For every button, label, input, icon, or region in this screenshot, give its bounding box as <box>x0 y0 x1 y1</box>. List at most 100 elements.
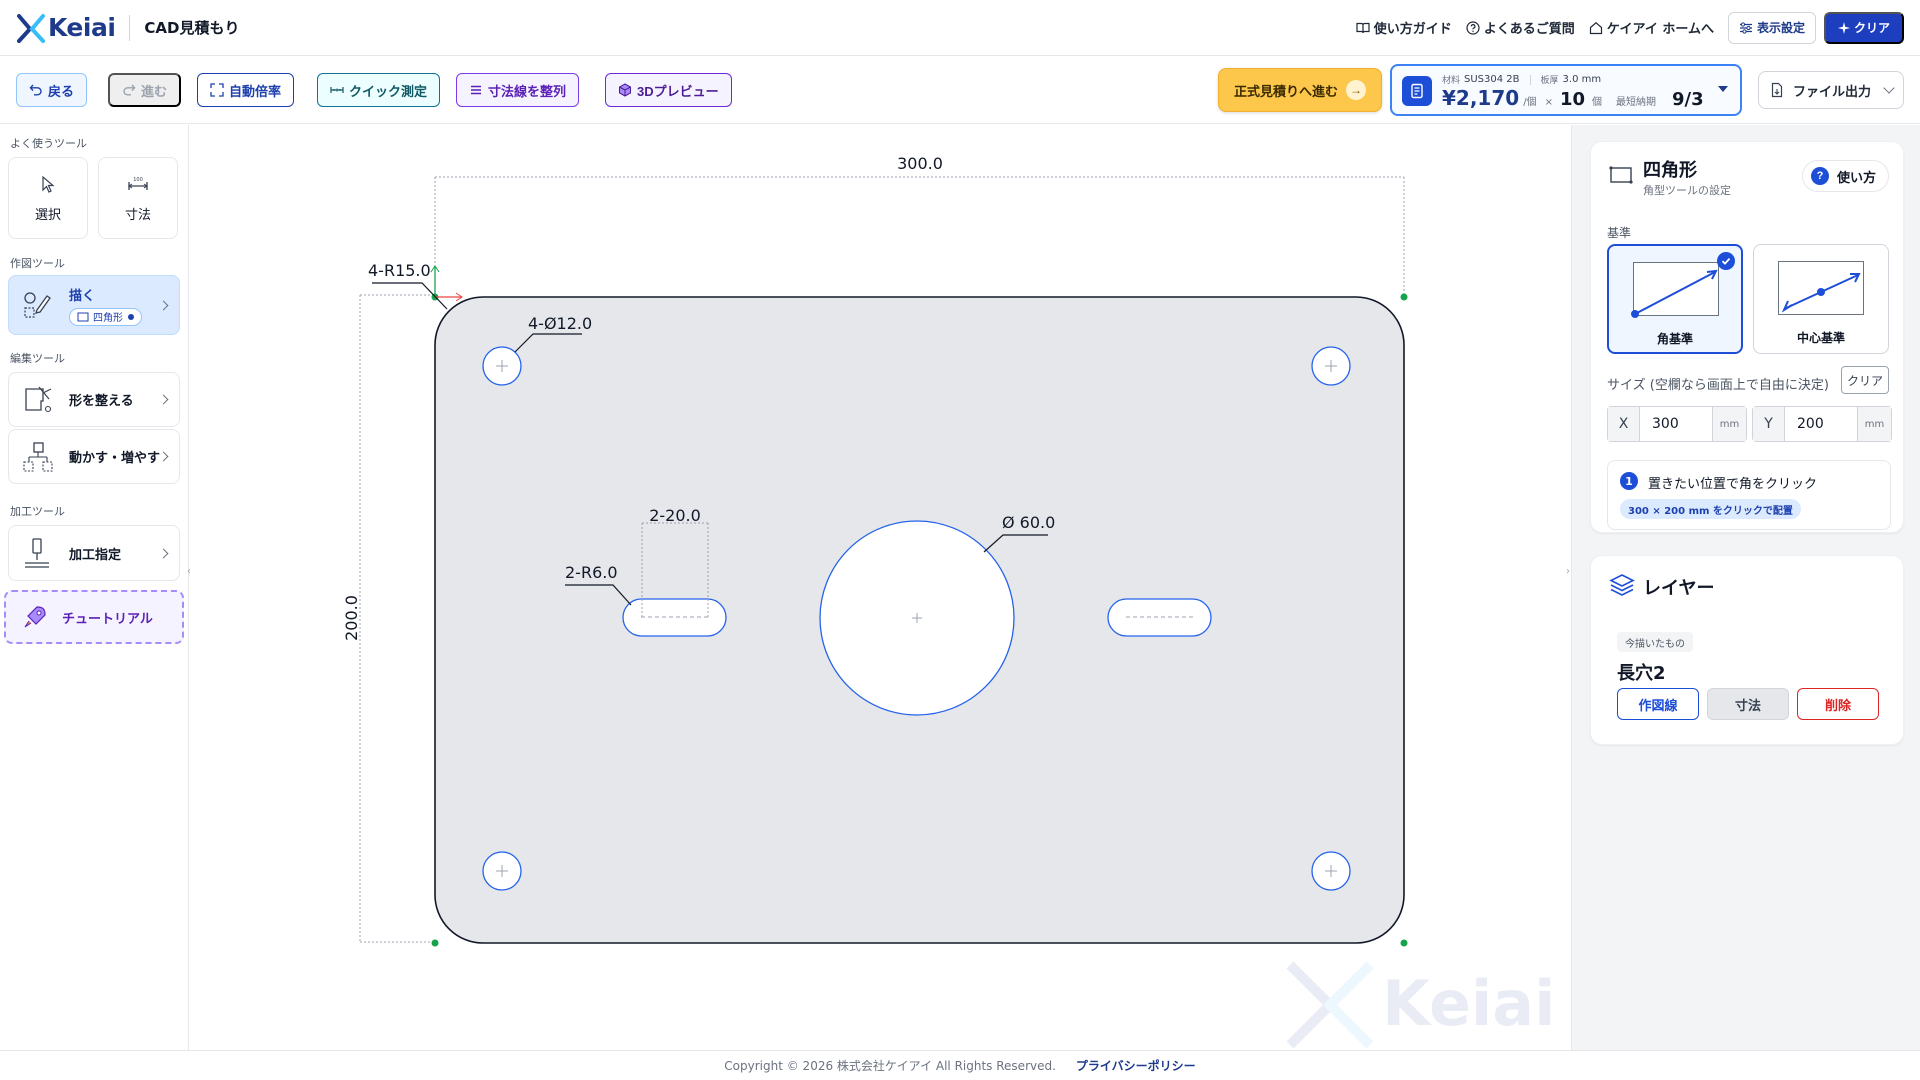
properties-panel: 四角形 角型ツールの設定 ? 使い方 基準 角基準 中心基準 サイズ (空欄なら… <box>1571 125 1920 1050</box>
preview-3d-button[interactable]: 3Dプレビュー <box>605 73 732 107</box>
howto-button[interactable]: ? 使い方 <box>1801 160 1889 192</box>
width-dimension-text: 300.0 <box>897 154 943 173</box>
app-header: Keiai CAD見積もり 使い方ガイド よくあるご質問 ケイアイ ホームへ 表… <box>0 0 1920 56</box>
size-y-input[interactable] <box>1785 407 1857 441</box>
chevron-right-icon <box>158 548 169 558</box>
redo-button[interactable]: 進む <box>108 73 182 107</box>
draw-tool[interactable]: 描く 四角形 <box>8 275 180 335</box>
corner-point[interactable] <box>1400 939 1408 947</box>
quick-measure-button[interactable]: クイック測定 <box>317 73 441 107</box>
home-link-label: ケイアイ ホームへ <box>1606 22 1714 37</box>
svg-text:100: 100 <box>133 177 143 183</box>
corner-base-label: 角基準 <box>1656 332 1693 346</box>
width-dimension[interactable]: 300.0 <box>434 154 1405 297</box>
x-axis-label: X <box>1608 407 1640 441</box>
home-link[interactable]: ケイアイ ホームへ <box>1589 18 1714 37</box>
corner-hole[interactable] <box>1311 851 1351 891</box>
file-export-button[interactable]: ファイル出力 <box>1758 71 1904 109</box>
chevron-right-icon <box>158 394 169 405</box>
draw-mode-chip[interactable]: 四角形 <box>69 307 142 326</box>
move-copy-icon <box>23 441 53 472</box>
corner-base-option[interactable]: 角基準 <box>1607 244 1743 354</box>
header-nav: 使い方ガイド よくあるご質問 ケイアイ ホームへ 表示設定 クリア <box>1342 11 1904 44</box>
cube-icon <box>619 83 631 97</box>
center-hole[interactable] <box>819 520 1015 716</box>
select-tool[interactable]: 選択 <box>8 157 88 239</box>
cursor-icon <box>42 175 55 193</box>
origin-axes-icon <box>430 265 463 302</box>
move-tool[interactable]: 動かす・増やす <box>8 429 180 484</box>
guide-link[interactable]: 使い方ガイド <box>1356 18 1452 37</box>
hole-diameter-text: 4-Ø12.0 <box>528 314 592 333</box>
corner-radius-text: 4-R15.0 <box>368 261 431 280</box>
sliders-icon <box>1739 21 1752 34</box>
height-dimension[interactable]: 200.0 <box>342 294 435 943</box>
align-dimensions-button[interactable]: 寸法線を整列 <box>456 73 580 107</box>
draw-mode-label: 四角形 <box>93 313 123 324</box>
chevron-right-icon <box>158 451 169 462</box>
layer-dimension-button[interactable]: 寸法 <box>1707 688 1789 720</box>
shape-settings-title: 四角形 <box>1643 160 1697 181</box>
formal-quote-button[interactable]: 正式見積りへ進む → <box>1218 68 1382 112</box>
slot-radius-text: 2-R6.0 <box>565 563 618 582</box>
undo-icon <box>29 84 42 96</box>
draw-tool-label: 描く <box>69 288 96 304</box>
center-base-option[interactable]: 中心基準 <box>1753 244 1889 354</box>
select-tool-label: 選択 <box>34 207 61 223</box>
logo-text: Keiai <box>48 13 116 42</box>
tutorial-label: チュートリアル <box>62 611 153 627</box>
rectangle-tool-icon <box>1609 166 1633 184</box>
cad-drawing[interactable]: Keiai 300.0 200.0 4-R15.0 4-Ø12.0 2-20.0… <box>190 125 1571 1050</box>
size-x-input[interactable] <box>1640 407 1712 441</box>
undo-button[interactable]: 戻る <box>16 73 88 107</box>
expand-icon <box>210 83 224 97</box>
redo-icon <box>123 84 136 96</box>
tutorial-button[interactable]: チュートリアル <box>4 590 184 644</box>
app-title: CAD見積もり <box>144 19 240 37</box>
process-tool[interactable]: 加工指定 <box>8 525 180 581</box>
display-settings-button[interactable]: 表示設定 <box>1727 11 1816 44</box>
hint-size-chip: 300 × 200 mm をクリックで配置 <box>1620 499 1801 519</box>
construction-line-button[interactable]: 作図線 <box>1617 688 1699 720</box>
rocket-icon <box>24 606 46 628</box>
logo-separator <box>129 14 131 41</box>
ruler-icon <box>330 87 344 93</box>
faq-link[interactable]: よくあるご質問 <box>1466 18 1575 37</box>
height-dimension-text: 200.0 <box>342 595 361 641</box>
shape-tool[interactable]: 形を整える <box>8 372 180 427</box>
layer-card: レイヤー 今描いたもの 長穴2 作図線 寸法 削除 <box>1590 555 1904 745</box>
home-icon <box>1589 21 1602 34</box>
corner-hole[interactable] <box>482 851 522 891</box>
cad-canvas[interactable]: Keiai 300.0 200.0 4-R15.0 4-Ø12.0 2-20.0… <box>190 125 1571 1050</box>
dimension-tool[interactable]: 100 寸法 <box>98 157 178 239</box>
price-summary-dropdown[interactable]: 材料 SUS304 2B 板厚 3.0 mm ¥2,170 /個 × 10 個 … <box>1390 64 1742 116</box>
clear-all-button[interactable]: クリア <box>1823 11 1904 44</box>
x-unit-label: mm <box>1712 407 1746 441</box>
corner-point[interactable] <box>1400 293 1408 301</box>
info-separator <box>1529 74 1531 85</box>
center-base-label: 中心基準 <box>1796 331 1845 345</box>
draw-shapes-icon <box>24 292 51 318</box>
checkmark-icon <box>1717 252 1735 270</box>
corner-hole[interactable] <box>1311 346 1351 386</box>
guide-link-label: 使い方ガイド <box>1373 22 1452 37</box>
privacy-policy-link[interactable]: プライバシーポリシー <box>1076 1057 1196 1074</box>
size-clear-button[interactable]: クリア <box>1841 366 1889 394</box>
quantity-value: 10 <box>1559 89 1586 110</box>
redo-label: 進む <box>141 83 168 99</box>
logo[interactable]: Keiai <box>16 13 116 43</box>
dimension-icon: 100 <box>128 177 148 190</box>
y-axis-label: Y <box>1753 407 1785 441</box>
right-slot[interactable] <box>1107 598 1212 637</box>
preview-3d-label: 3Dプレビュー <box>637 83 719 99</box>
chevron-right-icon <box>158 300 169 310</box>
left-slot[interactable] <box>622 598 727 637</box>
corner-hole[interactable] <box>482 346 522 386</box>
auto-scale-button[interactable]: 自動倍率 <box>197 73 295 107</box>
shape-edit-icon <box>25 386 52 412</box>
undo-label: 戻る <box>48 83 75 99</box>
help-icon: ? <box>1810 167 1829 185</box>
delete-button[interactable]: 削除 <box>1797 688 1879 720</box>
corner-point[interactable] <box>431 939 439 947</box>
slot-length-text: 2-20.0 <box>649 506 701 525</box>
